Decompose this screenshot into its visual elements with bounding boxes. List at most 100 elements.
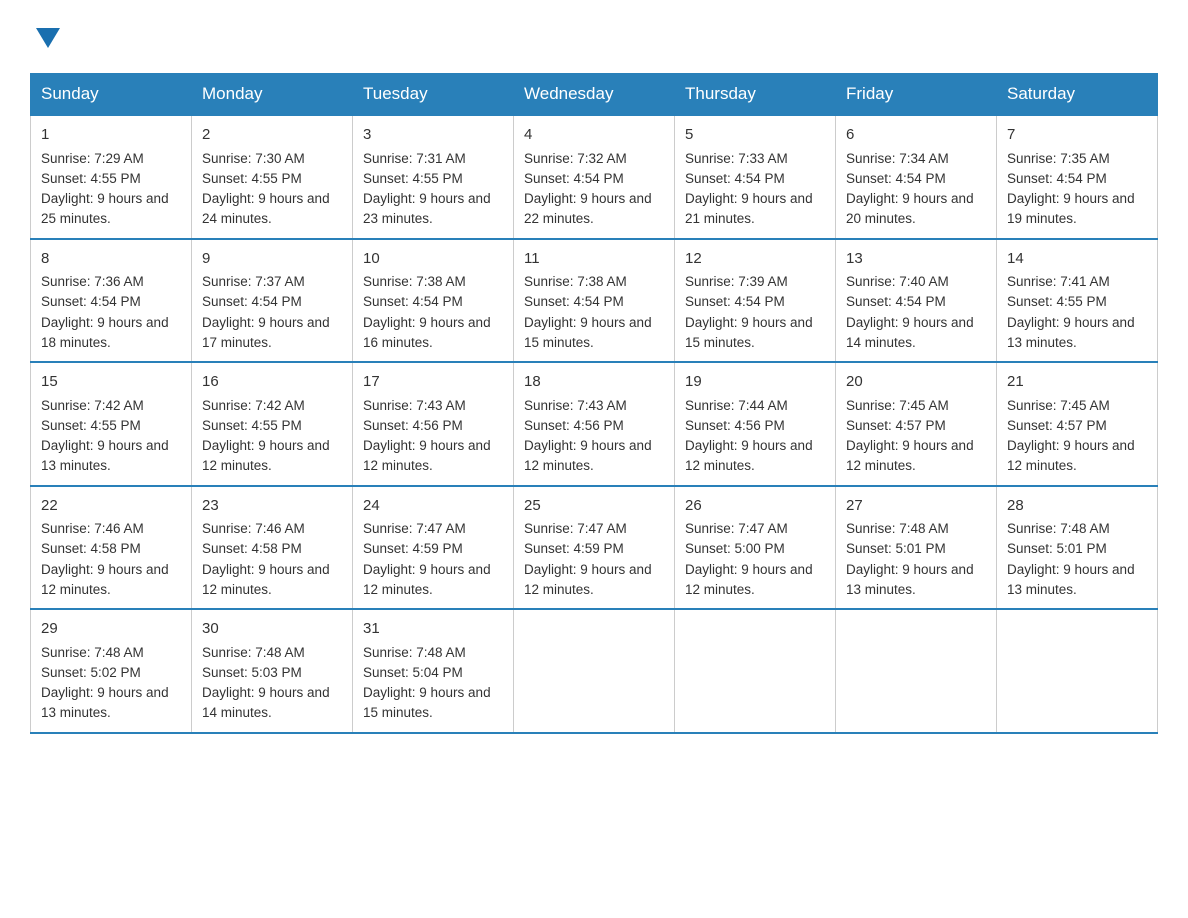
sunset-text: Sunset: 4:54 PM xyxy=(846,292,986,312)
daylight-text: Daylight: 9 hours and 25 minutes. xyxy=(41,189,181,230)
sunset-text: Sunset: 4:54 PM xyxy=(524,292,664,312)
calendar-cell: 21 Sunrise: 7:45 AM Sunset: 4:57 PM Dayl… xyxy=(997,362,1158,486)
calendar-cell: 8 Sunrise: 7:36 AM Sunset: 4:54 PM Dayli… xyxy=(31,239,192,363)
sunrise-text: Sunrise: 7:47 AM xyxy=(524,519,664,539)
sunset-text: Sunset: 5:02 PM xyxy=(41,663,181,683)
sunrise-text: Sunrise: 7:48 AM xyxy=(363,643,503,663)
calendar-cell: 28 Sunrise: 7:48 AM Sunset: 5:01 PM Dayl… xyxy=(997,486,1158,610)
day-number: 11 xyxy=(524,248,664,271)
calendar-header-tuesday: Tuesday xyxy=(353,74,514,116)
sunrise-text: Sunrise: 7:48 AM xyxy=(846,519,986,539)
sunset-text: Sunset: 4:54 PM xyxy=(846,169,986,189)
sunrise-text: Sunrise: 7:47 AM xyxy=(363,519,503,539)
calendar-cell: 9 Sunrise: 7:37 AM Sunset: 4:54 PM Dayli… xyxy=(192,239,353,363)
calendar-cell: 19 Sunrise: 7:44 AM Sunset: 4:56 PM Dayl… xyxy=(675,362,836,486)
daylight-text: Daylight: 9 hours and 15 minutes. xyxy=(363,683,503,724)
day-number: 5 xyxy=(685,124,825,147)
sunset-text: Sunset: 4:56 PM xyxy=(363,416,503,436)
calendar-cell: 6 Sunrise: 7:34 AM Sunset: 4:54 PM Dayli… xyxy=(836,115,997,239)
calendar-cell: 13 Sunrise: 7:40 AM Sunset: 4:54 PM Dayl… xyxy=(836,239,997,363)
sunset-text: Sunset: 4:58 PM xyxy=(41,539,181,559)
daylight-text: Daylight: 9 hours and 13 minutes. xyxy=(846,560,986,601)
sunrise-text: Sunrise: 7:42 AM xyxy=(202,396,342,416)
daylight-text: Daylight: 9 hours and 12 minutes. xyxy=(363,436,503,477)
day-number: 6 xyxy=(846,124,986,147)
calendar-cell xyxy=(997,609,1158,733)
calendar-cell xyxy=(514,609,675,733)
calendar-cell: 18 Sunrise: 7:43 AM Sunset: 4:56 PM Dayl… xyxy=(514,362,675,486)
sunset-text: Sunset: 4:54 PM xyxy=(41,292,181,312)
calendar-cell: 26 Sunrise: 7:47 AM Sunset: 5:00 PM Dayl… xyxy=(675,486,836,610)
day-number: 26 xyxy=(685,495,825,518)
daylight-text: Daylight: 9 hours and 12 minutes. xyxy=(524,436,664,477)
sunrise-text: Sunrise: 7:47 AM xyxy=(685,519,825,539)
calendar-cell xyxy=(675,609,836,733)
daylight-text: Daylight: 9 hours and 17 minutes. xyxy=(202,313,342,354)
calendar-cell: 20 Sunrise: 7:45 AM Sunset: 4:57 PM Dayl… xyxy=(836,362,997,486)
daylight-text: Daylight: 9 hours and 19 minutes. xyxy=(1007,189,1147,230)
daylight-text: Daylight: 9 hours and 21 minutes. xyxy=(685,189,825,230)
sunset-text: Sunset: 4:57 PM xyxy=(1007,416,1147,436)
sunset-text: Sunset: 4:54 PM xyxy=(202,292,342,312)
calendar-cell: 15 Sunrise: 7:42 AM Sunset: 4:55 PM Dayl… xyxy=(31,362,192,486)
calendar-cell: 5 Sunrise: 7:33 AM Sunset: 4:54 PM Dayli… xyxy=(675,115,836,239)
sunrise-text: Sunrise: 7:32 AM xyxy=(524,149,664,169)
sunrise-text: Sunrise: 7:48 AM xyxy=(41,643,181,663)
daylight-text: Daylight: 9 hours and 12 minutes. xyxy=(524,560,664,601)
day-number: 29 xyxy=(41,618,181,641)
calendar-header-row: SundayMondayTuesdayWednesdayThursdayFrid… xyxy=(31,74,1158,116)
calendar-cell: 12 Sunrise: 7:39 AM Sunset: 4:54 PM Dayl… xyxy=(675,239,836,363)
day-number: 16 xyxy=(202,371,342,394)
sunrise-text: Sunrise: 7:29 AM xyxy=(41,149,181,169)
calendar-cell: 16 Sunrise: 7:42 AM Sunset: 4:55 PM Dayl… xyxy=(192,362,353,486)
calendar-cell: 30 Sunrise: 7:48 AM Sunset: 5:03 PM Dayl… xyxy=(192,609,353,733)
calendar-cell: 2 Sunrise: 7:30 AM Sunset: 4:55 PM Dayli… xyxy=(192,115,353,239)
sunset-text: Sunset: 5:04 PM xyxy=(363,663,503,683)
sunset-text: Sunset: 4:55 PM xyxy=(1007,292,1147,312)
logo-arrow-icon xyxy=(32,22,64,59)
sunrise-text: Sunrise: 7:38 AM xyxy=(524,272,664,292)
calendar-cell: 29 Sunrise: 7:48 AM Sunset: 5:02 PM Dayl… xyxy=(31,609,192,733)
sunset-text: Sunset: 4:55 PM xyxy=(41,416,181,436)
sunrise-text: Sunrise: 7:39 AM xyxy=(685,272,825,292)
daylight-text: Daylight: 9 hours and 12 minutes. xyxy=(685,436,825,477)
day-number: 3 xyxy=(363,124,503,147)
sunrise-text: Sunrise: 7:33 AM xyxy=(685,149,825,169)
sunrise-text: Sunrise: 7:37 AM xyxy=(202,272,342,292)
daylight-text: Daylight: 9 hours and 12 minutes. xyxy=(202,436,342,477)
calendar-cell: 10 Sunrise: 7:38 AM Sunset: 4:54 PM Dayl… xyxy=(353,239,514,363)
sunset-text: Sunset: 4:54 PM xyxy=(1007,169,1147,189)
day-number: 23 xyxy=(202,495,342,518)
sunrise-text: Sunrise: 7:35 AM xyxy=(1007,149,1147,169)
day-number: 30 xyxy=(202,618,342,641)
calendar-cell: 1 Sunrise: 7:29 AM Sunset: 4:55 PM Dayli… xyxy=(31,115,192,239)
daylight-text: Daylight: 9 hours and 12 minutes. xyxy=(1007,436,1147,477)
calendar-cell xyxy=(836,609,997,733)
sunrise-text: Sunrise: 7:43 AM xyxy=(524,396,664,416)
sunrise-text: Sunrise: 7:34 AM xyxy=(846,149,986,169)
day-number: 8 xyxy=(41,248,181,271)
daylight-text: Daylight: 9 hours and 18 minutes. xyxy=(41,313,181,354)
sunrise-text: Sunrise: 7:40 AM xyxy=(846,272,986,292)
day-number: 13 xyxy=(846,248,986,271)
sunset-text: Sunset: 4:59 PM xyxy=(363,539,503,559)
calendar-cell: 4 Sunrise: 7:32 AM Sunset: 4:54 PM Dayli… xyxy=(514,115,675,239)
sunrise-text: Sunrise: 7:31 AM xyxy=(363,149,503,169)
sunset-text: Sunset: 4:58 PM xyxy=(202,539,342,559)
sunset-text: Sunset: 4:55 PM xyxy=(363,169,503,189)
sunset-text: Sunset: 4:55 PM xyxy=(41,169,181,189)
calendar-cell: 17 Sunrise: 7:43 AM Sunset: 4:56 PM Dayl… xyxy=(353,362,514,486)
sunset-text: Sunset: 4:59 PM xyxy=(524,539,664,559)
sunset-text: Sunset: 4:54 PM xyxy=(685,292,825,312)
sunrise-text: Sunrise: 7:45 AM xyxy=(846,396,986,416)
calendar-header-thursday: Thursday xyxy=(675,74,836,116)
day-number: 28 xyxy=(1007,495,1147,518)
calendar-header-friday: Friday xyxy=(836,74,997,116)
calendar-cell: 11 Sunrise: 7:38 AM Sunset: 4:54 PM Dayl… xyxy=(514,239,675,363)
calendar-header-monday: Monday xyxy=(192,74,353,116)
day-number: 2 xyxy=(202,124,342,147)
daylight-text: Daylight: 9 hours and 24 minutes. xyxy=(202,189,342,230)
day-number: 10 xyxy=(363,248,503,271)
sunrise-text: Sunrise: 7:46 AM xyxy=(202,519,342,539)
sunset-text: Sunset: 5:00 PM xyxy=(685,539,825,559)
